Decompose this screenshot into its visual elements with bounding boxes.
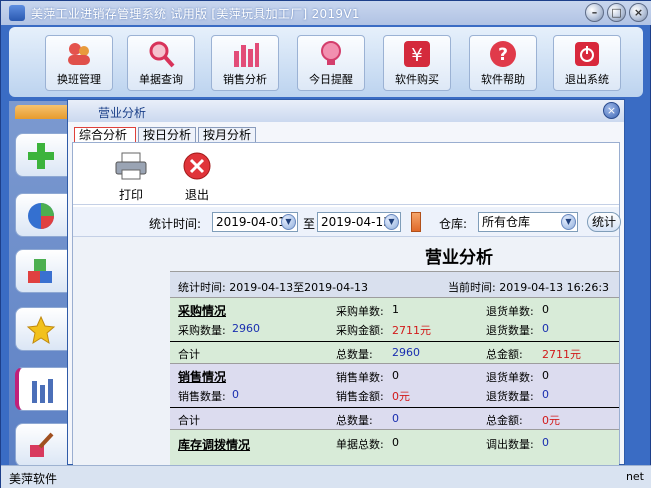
warehouse-label: 仓库: <box>439 217 468 231</box>
printer-icon <box>115 152 147 180</box>
shift-management-button[interactable]: 换班管理 <box>45 35 113 91</box>
action-bar: 打印 退出 <box>73 149 619 205</box>
buy-software-button[interactable]: ¥ 软件购买 <box>383 35 451 91</box>
sidebar-item-3[interactable] <box>15 249 75 293</box>
warehouse-select[interactable]: 所有仓库 ▼ <box>478 212 578 232</box>
date-from-picker[interactable]: 2019-04-01 ▼ <box>212 212 298 232</box>
sales-title: 销售情况 <box>178 370 227 384</box>
sidebar-header <box>15 105 75 119</box>
purchase-title: 采购情况 <box>178 304 227 318</box>
power-icon <box>572 39 602 69</box>
close-icon[interactable]: × <box>629 3 648 22</box>
dropdown-arrow-icon[interactable]: ▼ <box>281 214 296 230</box>
date-range-button[interactable] <box>411 212 421 232</box>
dialog-title-bar: 营业分析 × <box>68 100 624 122</box>
yen-icon: ¥ <box>402 39 432 69</box>
purchase-total-row: 合计 总数量: 2960 总金额: 2711元 <box>170 341 619 363</box>
tab-monthly-analysis[interactable]: 按月分析 <box>198 127 256 143</box>
bar-chart-icon <box>230 39 260 69</box>
tab-overall-analysis[interactable]: 综合分析 <box>74 127 136 143</box>
lightbulb-icon <box>316 39 346 69</box>
transfer-title: 库存调拨情况 <box>178 438 251 452</box>
tab-daily-analysis[interactable]: 按日分析 <box>138 127 196 143</box>
sales-analysis-button[interactable]: 销售分析 <box>211 35 279 91</box>
sales-total-row: 合计 总数量: 0 总金额: 0元 <box>170 407 619 429</box>
report-period: 统计时间: 2019-04-13至2019-04-13 <box>178 281 369 294</box>
exit-x-icon <box>183 152 211 180</box>
sales-section: 销售情况 销售单数: 0 退货单数: 0 销售数量: 0 销售金额: 0元 退货… <box>170 363 619 407</box>
sidebar-item-4[interactable] <box>15 307 75 351</box>
question-icon: ? <box>488 39 518 69</box>
to-label: 至 <box>303 217 316 231</box>
status-bar: 美萍软件 net <box>1 465 651 488</box>
svg-text:?: ? <box>498 45 508 65</box>
dropdown-arrow-icon[interactable]: ▼ <box>384 214 399 230</box>
main-toolbar: 换班管理 单据查询 销售分析 今日提醒 ¥ 软件购买 ? 软件帮助 退出系统 <box>9 27 643 97</box>
sidebar-item-5[interactable] <box>15 367 75 411</box>
brush-icon <box>26 431 56 461</box>
maximize-icon[interactable]: □ <box>607 3 626 22</box>
sidebar-item-6[interactable] <box>15 423 75 467</box>
status-right-text: net <box>625 470 644 483</box>
business-analysis-dialog: 营业分析 × 综合分析 按日分析 按月分析 打印 退出 统计时间: 2019-0… <box>67 99 625 465</box>
report-current-time: 当前时间: 2019-04-13 16:26:3 <box>448 281 610 294</box>
sidebar-item-1[interactable] <box>15 133 75 177</box>
exit-system-button[interactable]: 退出系统 <box>553 35 621 91</box>
stat-button[interactable]: 统计 <box>587 212 621 232</box>
exit-button[interactable]: 退出 <box>175 151 219 202</box>
svg-text:¥: ¥ <box>411 45 422 66</box>
status-company: 美萍软件 <box>9 472 58 486</box>
transfer-section: 库存调拨情况 单据总数: 0 调出数量: 0 <box>170 429 619 465</box>
tab-content: 打印 退出 统计时间: 2019-04-01 ▼ 至 2019-04-13 ▼ <box>72 142 621 465</box>
star-icon <box>26 315 56 345</box>
title-bar: 美萍工业进销存管理系统 试用版 [美萍玩具加工厂] 2019V1 – □ × <box>1 1 651 25</box>
pie-chart-icon <box>26 201 56 231</box>
sidebar-item-2[interactable] <box>15 193 75 237</box>
report-header-row: 统计时间: 2019-04-13至2019-04-13 当前时间: 2019-0… <box>170 271 619 297</box>
filter-row: 统计时间: 2019-04-01 ▼ 至 2019-04-13 ▼ 仓库: 所有… <box>73 207 621 237</box>
app-icon <box>9 5 25 21</box>
report-title: 营业分析 <box>425 248 493 268</box>
cubes-icon <box>26 257 56 287</box>
sidebar <box>9 101 75 471</box>
document-query-button[interactable]: 单据查询 <box>127 35 195 91</box>
dialog-close-icon[interactable]: × <box>603 102 620 119</box>
dropdown-arrow-icon[interactable]: ▼ <box>561 214 576 230</box>
stat-time-label: 统计时间: <box>149 217 202 231</box>
magnifier-icon <box>146 39 176 69</box>
minimize-icon[interactable]: – <box>585 3 604 22</box>
report-table: 统计时间: 2019-04-13至2019-04-13 当前时间: 2019-0… <box>170 271 619 465</box>
software-help-button[interactable]: ? 软件帮助 <box>469 35 537 91</box>
bar-chart-icon <box>29 375 59 405</box>
users-icon <box>64 39 94 69</box>
plus-icon <box>26 141 56 171</box>
report-area: 营业分析 统计时间: 2019-04-13至2019-04-13 当前时间: 2… <box>73 237 619 465</box>
today-reminder-button[interactable]: 今日提醒 <box>297 35 365 91</box>
dialog-title: 营业分析 <box>98 106 147 120</box>
window-title: 美萍工业进销存管理系统 试用版 [美萍玩具加工厂] 2019V1 <box>31 7 360 21</box>
print-button[interactable]: 打印 <box>109 151 153 202</box>
purchase-section: 采购情况 采购单数: 1 退货单数: 0 采购数量: 2960 采购金额: 27… <box>170 297 619 341</box>
date-to-picker[interactable]: 2019-04-13 ▼ <box>317 212 401 232</box>
